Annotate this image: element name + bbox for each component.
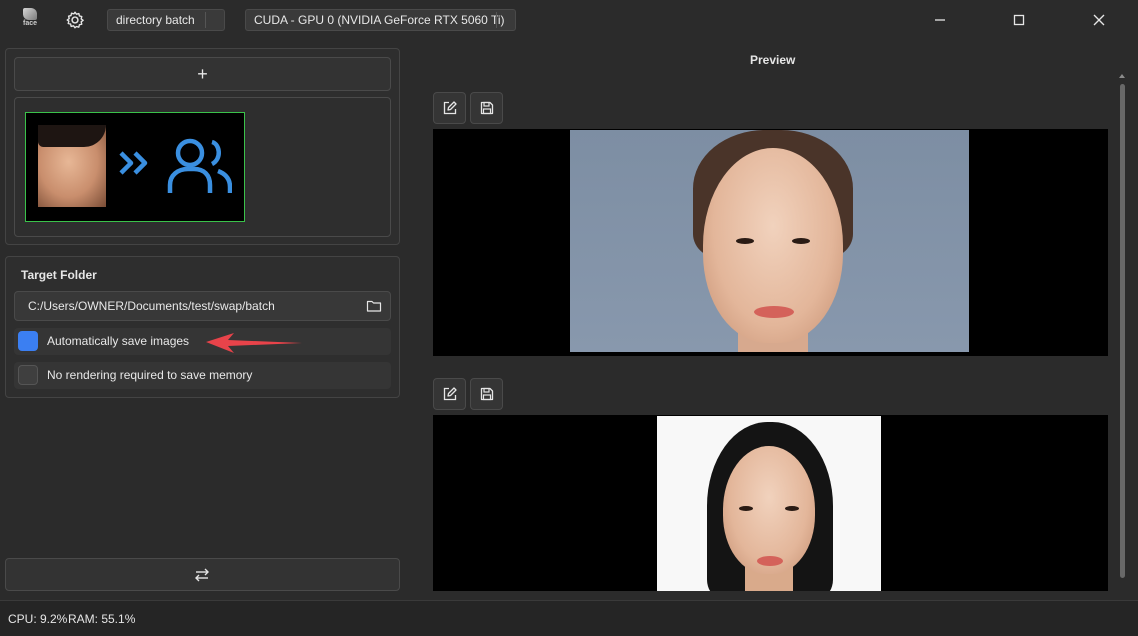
auto-save-checkbox[interactable] xyxy=(18,331,38,351)
swap-settings-button[interactable] xyxy=(5,558,400,591)
target-folder-title: Target Folder xyxy=(21,268,97,282)
device-select-divider xyxy=(496,12,497,28)
face-pair-card[interactable] xyxy=(25,112,245,222)
preview-photo-2 xyxy=(657,416,881,591)
edit-icon xyxy=(443,387,457,401)
target-folder-path-field[interactable]: C:/Users/OWNER/Documents/test/swap/batch xyxy=(14,291,391,321)
device-select[interactable]: CUDA - GPU 0 (NVIDIA GeForce RTX 5060 Ti… xyxy=(245,9,516,31)
preview-photo-1 xyxy=(570,130,969,352)
mode-select-value: directory batch xyxy=(116,13,195,27)
preview-image-1 xyxy=(433,129,1108,356)
photo-2-face xyxy=(723,446,815,574)
auto-save-label: Automatically save images xyxy=(47,334,190,348)
preview-image-2 xyxy=(433,415,1108,591)
photo-2-left-eye xyxy=(739,506,753,511)
users-icon xyxy=(167,138,232,193)
photo-2-lips xyxy=(757,556,783,566)
photo-1-right-eye xyxy=(792,238,810,244)
no-rendering-checkbox[interactable] xyxy=(18,365,38,385)
save-icon xyxy=(480,101,494,115)
minimize-icon[interactable] xyxy=(928,8,952,32)
face-pairs-panel: + xyxy=(5,48,400,245)
scrollbar-thumb[interactable] xyxy=(1120,84,1125,578)
scroll-up-arrow-icon[interactable] xyxy=(1118,72,1126,80)
mode-select[interactable]: directory batch xyxy=(107,9,225,31)
title-bar: face directory batch CUDA - GPU 0 (NVIDI… xyxy=(0,0,1138,40)
target-folder-path: C:/Users/OWNER/Documents/test/swap/batch xyxy=(28,299,275,313)
status-bar: CPU: 9.2% RAM: 55.1% xyxy=(0,600,1138,636)
no-rendering-option[interactable]: No rendering required to save memory xyxy=(14,362,391,389)
source-face-thumbnail xyxy=(38,125,106,207)
photo-1-lips xyxy=(754,306,794,318)
cpu-usage: CPU: 9.2% xyxy=(8,612,68,626)
auto-save-option[interactable]: Automatically save images xyxy=(14,328,391,355)
chevron-double-right-icon xyxy=(119,151,148,175)
add-pair-button[interactable]: + xyxy=(14,57,391,91)
no-rendering-label: No rendering required to save memory xyxy=(47,368,253,382)
maximize-icon[interactable] xyxy=(1007,8,1031,32)
pair-list xyxy=(14,97,391,237)
logo-text: face xyxy=(22,20,37,27)
swap-settings-icon xyxy=(195,568,209,582)
source-face-hair xyxy=(38,125,106,147)
edit-button-1[interactable] xyxy=(433,92,466,124)
annotation-arrow-icon xyxy=(206,333,302,353)
close-icon[interactable] xyxy=(1087,8,1111,32)
photo-1-left-eye xyxy=(736,238,754,244)
save-button-2[interactable] xyxy=(470,378,503,410)
device-select-value: CUDA - GPU 0 (NVIDIA GeForce RTX 5060 Ti… xyxy=(254,13,505,27)
target-folder-panel: Target Folder C:/Users/OWNER/Documents/t… xyxy=(5,256,400,398)
mode-select-divider xyxy=(205,12,206,28)
preview-title: Preview xyxy=(750,53,796,67)
app-logo: face xyxy=(20,8,40,30)
edit-button-2[interactable] xyxy=(433,378,466,410)
folder-icon[interactable] xyxy=(366,298,382,314)
save-button-1[interactable] xyxy=(470,92,503,124)
photo-2-right-eye xyxy=(785,506,799,511)
save-icon xyxy=(480,387,494,401)
gear-icon[interactable] xyxy=(64,9,86,31)
ram-usage: RAM: 55.1% xyxy=(68,612,136,626)
edit-icon xyxy=(443,101,457,115)
logo-mark-icon xyxy=(23,8,37,20)
